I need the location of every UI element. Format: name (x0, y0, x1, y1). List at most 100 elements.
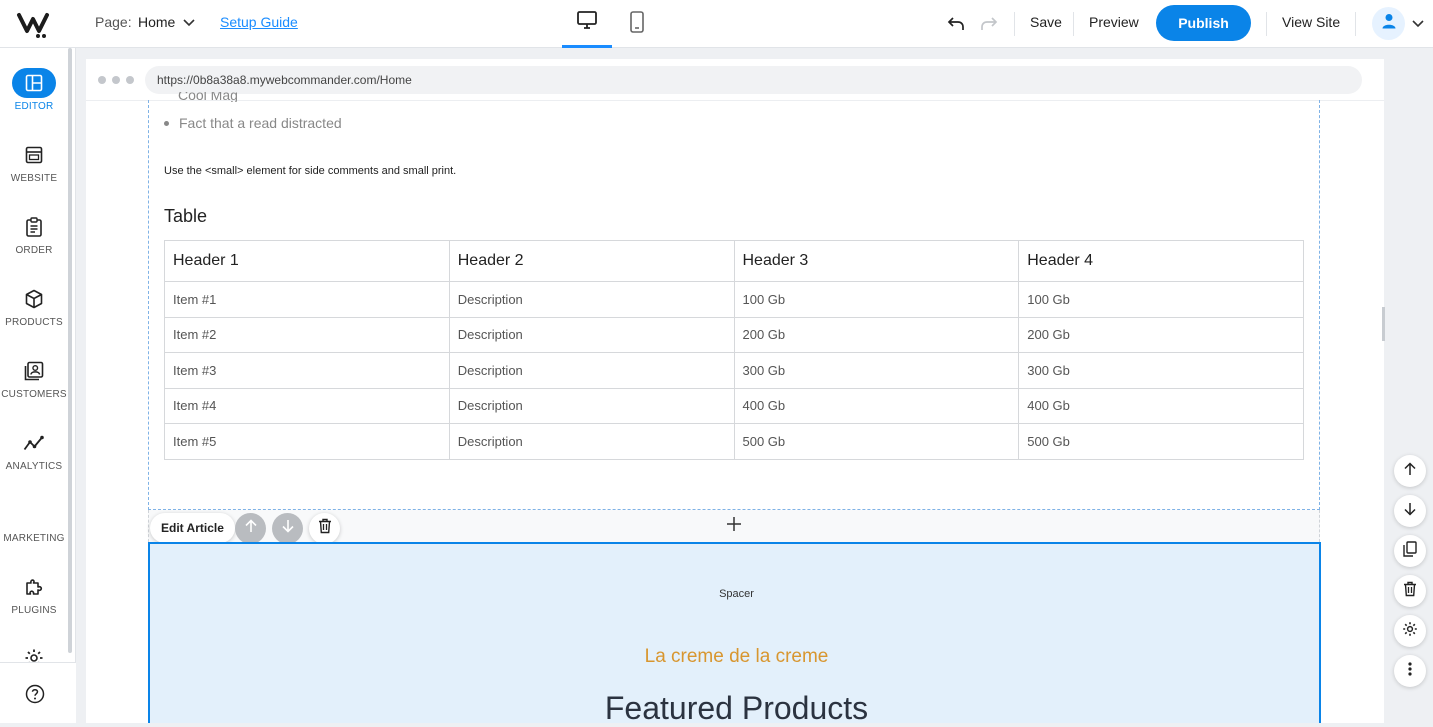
toolbar-divider (1355, 12, 1356, 36)
marketing-icon-placeholder (0, 500, 68, 530)
url-bar: https://0b8a38a8.mywebcommander.com/Home (145, 66, 1362, 94)
window-dots (98, 76, 134, 84)
account-avatar[interactable] (1372, 7, 1405, 40)
table-cell: 200 Gb (733, 316, 1020, 353)
toolbar-divider (1266, 12, 1267, 36)
layout-icon (12, 68, 56, 98)
edit-article-button[interactable]: Edit Article (150, 513, 235, 543)
table-header-cell: Header 2 (448, 240, 735, 282)
redo-icon[interactable] (977, 12, 1001, 36)
preview-button[interactable]: Preview (1089, 14, 1139, 30)
sidebar-item-plugins[interactable]: PLUGINS (0, 572, 68, 616)
sidebar-item-customers[interactable]: CUSTOMERS (0, 356, 68, 400)
table-row: Item #2 Description 200 Gb 200 Gb (164, 316, 1304, 353)
table-cell: 500 Gb (733, 423, 1020, 460)
sidebar-item-marketing[interactable]: MARKETING (0, 500, 68, 544)
table-cell: Item #5 (164, 423, 450, 460)
sidebar-item-label: WEBSITE (10, 173, 58, 184)
browser-bar: https://0b8a38a8.mywebcommander.com/Home (86, 59, 1384, 101)
table-cell: Item #2 (164, 316, 450, 353)
user-icon (1382, 13, 1396, 34)
move-up-button[interactable] (235, 513, 266, 544)
view-site-button[interactable]: View Site (1282, 14, 1340, 30)
page-selector[interactable]: Home (138, 14, 195, 30)
list-item: Fact that a read distracted (164, 115, 342, 131)
table-row: Item #5 Description 500 Gb 500 Gb (164, 423, 1304, 460)
setup-guide-link[interactable]: Setup Guide (220, 14, 298, 30)
box-icon (0, 284, 68, 314)
main-sidebar: EDITOR WEBSITE ORDER PRODUCTS CUSTOMERS … (0, 48, 76, 723)
move-down-button[interactable] (272, 513, 303, 544)
more-vertical-icon (1408, 661, 1412, 681)
section-move-down-button[interactable] (1394, 495, 1426, 527)
table-row: Item #1 Description 100 Gb 100 Gb (164, 281, 1304, 318)
small-print-text: Use the <small> element for side comment… (164, 165, 457, 177)
trash-icon (1403, 581, 1417, 602)
sidebar-item-label: ANALYTICS (5, 461, 63, 472)
help-icon[interactable] (25, 684, 45, 704)
sidebar-item-label: PLUGINS (11, 605, 57, 616)
sidebar-item-editor[interactable]: EDITOR (0, 68, 68, 112)
table-heading: Table (164, 206, 208, 226)
page-selector-value: Home (138, 14, 176, 30)
table-cell: Item #3 (164, 352, 450, 389)
mobile-icon (629, 10, 645, 38)
sidebar-item-order[interactable]: ORDER (0, 212, 68, 256)
table-row: Item #4 Description 400 Gb 400 Gb (164, 387, 1304, 424)
sidebar-item-label: ORDER (15, 245, 53, 256)
section-delete-button[interactable] (1394, 575, 1426, 607)
plus-icon (726, 516, 742, 537)
table-cell: 100 Gb (1018, 281, 1304, 318)
sidebar-item-website[interactable]: WEBSITE (0, 140, 68, 184)
top-bar: Page: Home Setup Guide Save Preview Publ… (0, 0, 1433, 48)
page-label: Page: (95, 14, 132, 30)
table-cell: Description (448, 352, 735, 389)
sidebar-scrollbar[interactable] (68, 48, 72, 653)
sidebar-item-products[interactable]: PRODUCTS (0, 284, 68, 328)
table-cell: 400 Gb (1018, 387, 1304, 424)
clipped-list-item: Cool Mag (178, 92, 238, 102)
chevron-down-icon (183, 14, 195, 30)
webcommander-logo[interactable] (16, 9, 56, 39)
table-cell: 100 Gb (733, 281, 1020, 318)
copy-icon (1403, 540, 1417, 562)
chevron-down-icon[interactable] (1406, 12, 1430, 36)
delete-article-button[interactable] (309, 513, 340, 544)
section-more-button[interactable] (1394, 655, 1426, 687)
canvas-scrollbar[interactable] (1382, 307, 1385, 341)
save-button[interactable]: Save (1030, 14, 1062, 30)
table-header-cell: Header 3 (733, 240, 1020, 282)
undo-icon[interactable] (944, 12, 968, 36)
featured-products-section[interactable]: Spacer La creme de la creme Featured Pro… (148, 542, 1321, 726)
table-cell: Item #1 (164, 281, 450, 318)
toolbar-divider (1014, 12, 1015, 36)
sidebar-item-label: MARKETING (3, 533, 65, 544)
table-cell: Item #4 (164, 387, 450, 424)
arrow-up-icon (1403, 461, 1417, 481)
desktop-view-button[interactable] (562, 0, 612, 48)
desktop-icon (576, 10, 598, 35)
analytics-icon (0, 428, 68, 458)
toolbar-divider (1073, 12, 1074, 36)
sidebar-item-label: CUSTOMERS (1, 389, 67, 400)
sidebar-footer (0, 662, 76, 723)
customer-icon (0, 356, 68, 386)
table-header-row: Header 1 Header 2 Header 3 Header 4 (164, 240, 1304, 282)
trash-icon (318, 518, 332, 539)
add-section-button[interactable] (724, 516, 744, 536)
sidebar-item-label: EDITOR (14, 101, 54, 112)
section-move-up-button[interactable] (1394, 455, 1426, 487)
section-settings-button[interactable] (1394, 615, 1426, 647)
arrow-down-icon (1403, 502, 1417, 521)
list-item-text: Fact that a read distracted (179, 115, 342, 131)
data-table: Header 1 Header 2 Header 3 Header 4 Item… (164, 240, 1304, 460)
section-duplicate-button[interactable] (1394, 535, 1426, 567)
table-cell: Description (448, 281, 735, 318)
sidebar-item-analytics[interactable]: ANALYTICS (0, 428, 68, 472)
section-title: Featured Products (604, 690, 869, 726)
sidebar-item-settings[interactable] (0, 648, 68, 662)
publish-button[interactable]: Publish (1156, 5, 1251, 41)
mobile-view-button[interactable] (612, 0, 662, 48)
table-header-cell: Header 4 (1018, 240, 1304, 282)
arrow-up-icon (244, 519, 258, 538)
